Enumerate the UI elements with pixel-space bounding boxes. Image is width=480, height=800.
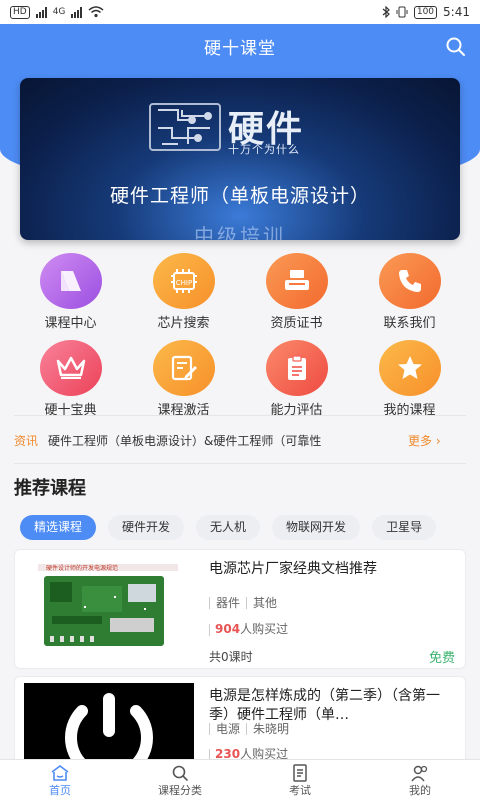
course-buyers: 904人购买过 [209,620,288,637]
grid-item-course-center[interactable]: 课程中心 [14,253,127,331]
tab-label: 课程分类 [158,784,202,797]
user-icon [411,765,428,782]
star-icon [378,340,441,396]
chip-satellite-nav[interactable]: 卫星导 [372,515,437,540]
course-thumbnail: 硬件设计师的开发电源规范 [24,556,194,659]
course-lessons: 共0课时 [209,650,253,664]
search-icon [172,765,188,781]
thumbnail-caption: 硬件设计师的开发电源规范 [46,564,118,572]
divider [14,415,466,416]
bluetooth-icon [382,6,390,18]
grid-item-my-courses[interactable]: 我的课程 [353,340,466,418]
signal-icon [35,6,47,18]
network-type-badge: HD [10,5,30,19]
course-card[interactable]: 硬件设计师的开发电源规范 电源芯片厂家经典文档推荐 器件 其他 904人购买过 … [14,549,466,669]
course-tag: 其他 [253,596,278,610]
vibrate-icon [396,6,408,18]
grid-label-chip-search: 芯片搜索 [157,316,210,331]
crown-icon [39,340,102,396]
divider [14,463,466,464]
signal-icon-2 [71,6,83,18]
status-time: 5:41 [443,5,470,19]
grid-label-certificate: 资质证书 [270,316,323,331]
chip-hardware-dev[interactable]: 硬件开发 [108,515,185,540]
news-more-link[interactable]: 更多 › [408,432,441,449]
home-icon [51,765,69,781]
course-price: 免费 [428,651,455,666]
chip-drone[interactable]: 无人机 [196,515,261,540]
banner-bottom-text: 中级培训 [194,224,286,240]
wifi-icon [88,6,104,18]
tab-label: 首页 [49,784,71,797]
tab-course-category[interactable]: 课程分类 [120,760,240,800]
network-4g-label: 4G [52,7,66,17]
chip-iot-dev[interactable]: 物联网开发 [272,515,361,540]
news-ticker[interactable]: 资讯 硬件工程师（单板电源设计）&硬件工程师（可靠性 更多 › [14,426,466,454]
grid-item-chip-search[interactable]: CHIP 芯片搜索 [127,253,240,331]
activate-icon [152,340,215,396]
chip-text: CHIP [175,279,191,287]
tab-label: 我的 [409,784,431,797]
course-center-icon [39,253,102,309]
grid-label-course-center: 课程中心 [44,316,97,331]
course-title: 电源芯片厂家经典文档推荐 [209,561,377,577]
course-tag: 器件 [216,596,241,610]
category-chips: 精选课程 硬件开发 无人机 物联网开发 卫星导 [20,515,480,541]
assessment-icon [265,340,328,396]
tab-mine[interactable]: 我的 [360,760,480,800]
buyers-count: 904 [215,622,241,636]
status-bar: HD 4G 100 5:41 [0,0,480,24]
news-text[interactable]: 硬件工程师（单板电源设计）&硬件工程师（可靠性 [48,432,408,449]
course-tag: 朱晓明 [253,722,290,736]
course-tags: 器件 其他 [209,594,277,611]
grid-item-course-activate[interactable]: 课程激活 [127,340,240,418]
banner-logo-subtitle: 十万个为什么 [228,143,300,156]
chip-search-icon: CHIP [152,253,215,309]
course-thumbnail [24,683,194,765]
grid-item-treasure[interactable]: 硬十宝典 [14,340,127,418]
page-title: 硬十课堂 [204,39,276,59]
tab-home[interactable]: 首页 [0,760,120,800]
course-tag: 电源 [216,722,241,736]
grid-item-contact-us[interactable]: 联系我们 [353,253,466,331]
tab-exam[interactable]: 考试 [240,760,360,800]
course-card[interactable]: 电源是怎样炼成的（第二季）（含第一季）硬件工程师（单… 电源 朱晓明 230人购… [14,676,466,766]
chip-featured[interactable]: 精选课程 [20,515,97,540]
app-header: 硬十课堂 [0,24,480,69]
banner-title: 硬件工程师（单板电源设计） [109,185,370,207]
buyers-suffix: 人购买过 [240,622,289,636]
search-icon[interactable] [444,35,468,59]
bottom-tab-bar: 首页 课程分类 考试 我的 [0,759,480,800]
grid-item-certificate[interactable]: 资质证书 [240,253,353,331]
grid-label-contact-us: 联系我们 [383,316,436,331]
course-tags: 电源 朱晓明 [209,720,289,737]
tab-label: 考试 [289,784,311,797]
phone-icon [378,253,441,309]
news-tag: 资讯 [14,433,39,448]
document-icon [293,764,307,782]
recommend-section-title: 推荐课程 [14,478,86,499]
function-grid: 课程中心 CHIP 芯片搜索 资质证书 联系我们 硬十宝典 课程激活 能力评估 … [14,253,466,418]
grid-item-assessment[interactable]: 能力评估 [240,340,353,418]
certificate-icon [265,253,328,309]
battery-indicator: 100 [413,5,438,19]
promo-banner[interactable]: 硬件 十万个为什么 硬件工程师（单板电源设计） 中级培训 [20,78,460,240]
